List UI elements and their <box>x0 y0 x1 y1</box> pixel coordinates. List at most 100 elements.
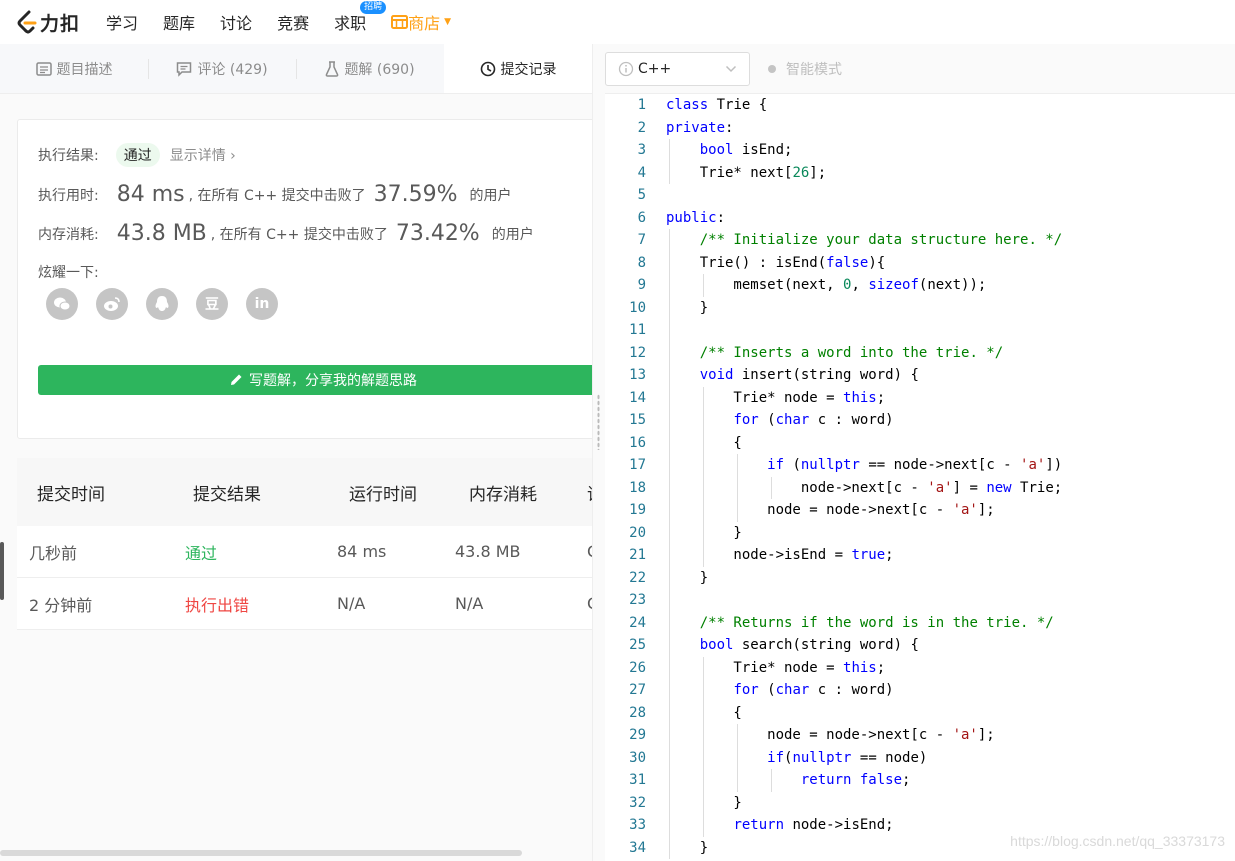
smart-mode-label: 智能模式 <box>786 61 842 78</box>
header-submit-time: 提交时间 <box>37 484 105 505</box>
tab-solutions-label: 题解 (690) <box>344 61 415 78</box>
runtime-value: 84 ms <box>116 182 185 207</box>
nav-contest[interactable]: 竞赛 <box>277 10 309 34</box>
table-row[interactable]: 几秒前 通过 84 ms 43.8 MB C <box>17 526 592 578</box>
leetcode-logo-icon <box>17 10 37 34</box>
code-line: 11 <box>605 319 1235 342</box>
tab-submissions[interactable]: 提交记录 <box>444 44 592 93</box>
code-line: 7 /** Initialize your data structure her… <box>605 229 1235 252</box>
qq-icon[interactable] <box>146 288 178 320</box>
show-details-link[interactable]: 显示详情 › <box>170 145 236 165</box>
nav-discuss[interactable]: 讨论 <box>220 10 252 34</box>
nav-shop[interactable]: 商店 ▼ <box>391 10 451 34</box>
code-line: 13 void insert(string word) { <box>605 364 1235 387</box>
header-runtime: 运行时间 <box>349 484 417 505</box>
tab-description[interactable]: 题目描述 <box>0 44 148 93</box>
memory-percentile: 73.42% <box>395 221 480 246</box>
runtime-percentile: 37.59% <box>373 182 458 207</box>
code-line: 27 for (char c : word) <box>605 679 1235 702</box>
runtime-label: 执行用时: <box>38 187 99 204</box>
flask-icon <box>325 60 339 77</box>
memory-value: 43.8 MB <box>116 221 207 246</box>
editor-toolbar: C++ 智能模式 <box>605 44 1235 94</box>
code-line: 19 node = node->next[c - 'a']; <box>605 499 1235 522</box>
memory-row: 内存消耗: 43.8 MB , 在所有 C++ 提交中击败了 73.42% 的用… <box>38 221 534 246</box>
submit-language: C <box>567 542 592 561</box>
code-line: 5 <box>637 187 646 203</box>
code-line: 16 { <box>605 431 1235 454</box>
problem-tabs: 题目描述 评论 (429) 题解 (690) 提交记录 <box>0 44 592 94</box>
code-editor-panel: C++ 智能模式 1 class Trie { 2 private: 3 bool … <box>605 44 1235 861</box>
memory-suffix: 的用户 <box>491 226 534 243</box>
submit-language: C <box>567 594 592 613</box>
drag-handle-icon[interactable] <box>597 394 600 450</box>
comment-icon <box>176 61 192 77</box>
memory-text: , 在所有 C++ 提交中击败了 <box>210 226 388 243</box>
left-panel: 题目描述 评论 (429) 题解 (690) 提交记录 执行结果: 通过 显示详… <box>0 44 592 861</box>
code-line: 2 private: <box>637 119 734 136</box>
language-value: C++ <box>638 60 672 77</box>
language-select[interactable]: C++ <box>605 51 750 86</box>
side-drawer-handle[interactable] <box>0 542 4 600</box>
code-line: 23 <box>605 589 1235 612</box>
code-line: 1 class Trie { <box>637 97 768 113</box>
submissions-table: 提交时间 提交结果 运行时间 内存消耗 语 几秒前 通过 84 ms 43.8 … <box>17 458 592 630</box>
runtime-row: 执行用时: 84 ms , 在所有 C++ 提交中击败了 37.59% 的用户 <box>38 182 512 207</box>
code-line: 10 } <box>605 296 1235 319</box>
runtime-text: , 在所有 C++ 提交中击败了 <box>188 187 366 204</box>
code-line: 20 } <box>605 521 1235 544</box>
table-row[interactable]: 2 分钟前 执行出错 N/A N/A C <box>17 578 592 630</box>
submit-runtime: N/A <box>337 594 366 613</box>
tab-comments[interactable]: 评论 (429) <box>148 44 296 93</box>
logo-text: 力扣 <box>40 12 81 35</box>
code-line: 14 Trie* node = this; <box>605 386 1235 409</box>
submit-time: 2 分钟前 <box>29 595 93 615</box>
linkedin-glyph: in <box>254 296 270 312</box>
code-line: 28 { <box>605 701 1235 724</box>
chevron-down-icon: ▼ <box>444 17 452 27</box>
submit-result-link[interactable]: 通过 <box>173 540 329 564</box>
code-line: 22 } <box>605 566 1235 589</box>
toggle-dot-icon <box>768 64 776 73</box>
submit-result-link[interactable]: 执行出错 <box>173 592 329 616</box>
info-icon <box>618 61 634 77</box>
code-line: 32 } <box>605 791 1235 814</box>
horizontal-scrollbar[interactable] <box>0 850 522 856</box>
code-line: 25 bool search(string word) { <box>605 634 1235 657</box>
submit-memory: N/A <box>455 594 484 613</box>
code-line: 6 public: <box>637 209 726 226</box>
header-result: 提交结果 <box>193 484 261 505</box>
chevron-down-icon <box>725 65 737 73</box>
douban-icon[interactable]: 豆 <box>196 288 228 320</box>
wechat-icon[interactable] <box>46 288 78 320</box>
smart-mode-toggle[interactable]: 智能模式 <box>768 59 842 79</box>
write-solution-button[interactable]: 写题解，分享我的解题思路 <box>38 365 592 395</box>
status-label: 执行结果: <box>38 148 99 164</box>
leetcode-logo[interactable]: 力扣 <box>16 9 80 36</box>
code-line: 4 Trie* next[26]; <box>605 161 1235 184</box>
pencil-icon <box>229 373 243 387</box>
code-line: 17 if (nullptr == node->next[c - 'a']) <box>605 454 1235 477</box>
tab-description-label: 题目描述 <box>56 61 113 78</box>
code-area[interactable]: 1 class Trie { 2 private: 3 bool isEnd; 4 … <box>605 94 1235 859</box>
result-card: 执行结果: 通过 显示详情 › 执行用时: 84 ms , 在所有 C++ 提交… <box>17 119 592 439</box>
code-line: 8 Trie() : isEnd(false){ <box>605 251 1235 274</box>
linkedin-icon[interactable]: in <box>246 288 278 320</box>
nav-learn[interactable]: 学习 <box>106 10 138 34</box>
code-line: 12 /** Inserts a word into the trie. */ <box>605 341 1235 364</box>
tab-submissions-label: 提交记录 <box>500 61 557 78</box>
code-line: 15 for (char c : word) <box>605 409 1235 432</box>
share-label: 炫耀一下: <box>38 265 99 281</box>
code-line: 26 Trie* node = this; <box>605 656 1235 679</box>
weibo-icon[interactable] <box>96 288 128 320</box>
nav-problems[interactable]: 题库 <box>163 10 195 34</box>
status-badge: 通过 <box>115 143 160 167</box>
header-language: 语 <box>567 480 592 505</box>
panel-splitter[interactable] <box>592 44 605 861</box>
tab-solutions[interactable]: 题解 (690) <box>296 44 444 93</box>
hire-badge: 招聘 <box>360 1 387 14</box>
shop-icon <box>391 15 409 29</box>
nav-jobs[interactable]: 求职 招聘 <box>334 1 387 34</box>
top-navigation: 力扣 学习 题库 讨论 竞赛 求职 招聘 商店 ▼ <box>0 0 1235 44</box>
header-memory: 内存消耗 <box>469 484 537 505</box>
